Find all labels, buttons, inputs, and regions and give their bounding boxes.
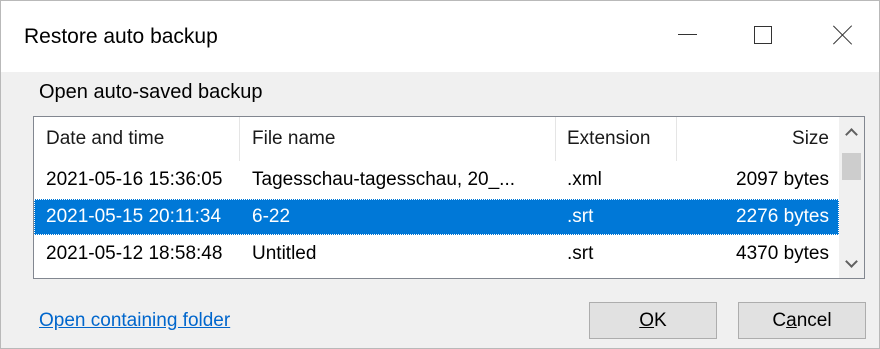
close-button[interactable]: [805, 1, 880, 72]
title-bar: Restore auto backup: [1, 1, 879, 72]
table-row-selected[interactable]: 2021-05-15 20:11:34 6-22 .srt 2276 bytes: [34, 199, 839, 235]
column-header-date[interactable]: Date and time: [46, 128, 164, 150]
window-title: Restore auto backup: [24, 25, 218, 48]
column-header-name[interactable]: File name: [252, 128, 335, 150]
row-date: 2021-05-16 15:36:05: [46, 169, 223, 190]
open-containing-folder-link[interactable]: Open containing folder: [39, 310, 230, 332]
row-date: 2021-05-15 20:11:34: [46, 206, 222, 227]
row-file-name: 6-22: [252, 206, 291, 227]
column-divider[interactable]: [555, 117, 556, 161]
scroll-down-icon: [845, 254, 858, 268]
column-header-size[interactable]: Size: [792, 128, 829, 150]
close-icon: [833, 25, 853, 45]
scrollbar-thumb[interactable]: [842, 153, 861, 180]
row-extension: .srt: [567, 243, 594, 264]
row-size: 4370 bytes: [736, 243, 829, 264]
cancel-mnemonic: a: [786, 309, 797, 331]
minimize-icon: [677, 34, 697, 35]
maximize-button[interactable]: [725, 1, 801, 72]
minimize-button[interactable]: [649, 1, 725, 72]
column-divider[interactable]: [676, 117, 677, 161]
cancel-label-pre: C: [772, 309, 787, 331]
row-extension: .srt: [567, 206, 594, 227]
ok-mnemonic: O: [639, 309, 655, 331]
column-header-extension[interactable]: Extension: [567, 128, 650, 150]
row-file-name: Untitled: [252, 243, 317, 264]
scroll-up-button[interactable]: [839, 117, 864, 145]
backup-list[interactable]: Date and time File name Extension Size 2…: [33, 116, 865, 279]
ok-button[interactable]: OK: [589, 302, 717, 339]
cancel-button[interactable]: Ca ncel: [738, 302, 866, 339]
row-size: 2097 bytes: [736, 169, 829, 190]
maximize-icon: [754, 25, 772, 44]
list-header: Date and time File name Extension Size: [34, 117, 839, 161]
group-label: Open auto-saved backup: [39, 81, 263, 103]
table-row[interactable]: 2021-05-12 18:58:48 Untitled .srt 4370 b…: [34, 236, 839, 272]
row-date: 2021-05-12 18:58:48: [46, 243, 223, 264]
scroll-down-button[interactable]: [839, 250, 864, 278]
restore-backup-dialog: Restore auto backup Open auto-saved back…: [0, 0, 880, 349]
row-file-name: Tagesschau-tagesschau, 20_...: [252, 169, 516, 190]
column-divider[interactable]: [239, 117, 240, 161]
cancel-label-rest: ncel: [796, 309, 832, 331]
vertical-scrollbar[interactable]: [839, 117, 864, 278]
row-size: 2276 bytes: [736, 206, 829, 227]
row-extension: .xml: [567, 169, 602, 190]
scroll-up-icon: [845, 127, 858, 141]
ok-label-rest: K: [654, 309, 667, 331]
table-row[interactable]: 2021-05-16 15:36:05 Tagesschau-tagesscha…: [34, 162, 839, 198]
